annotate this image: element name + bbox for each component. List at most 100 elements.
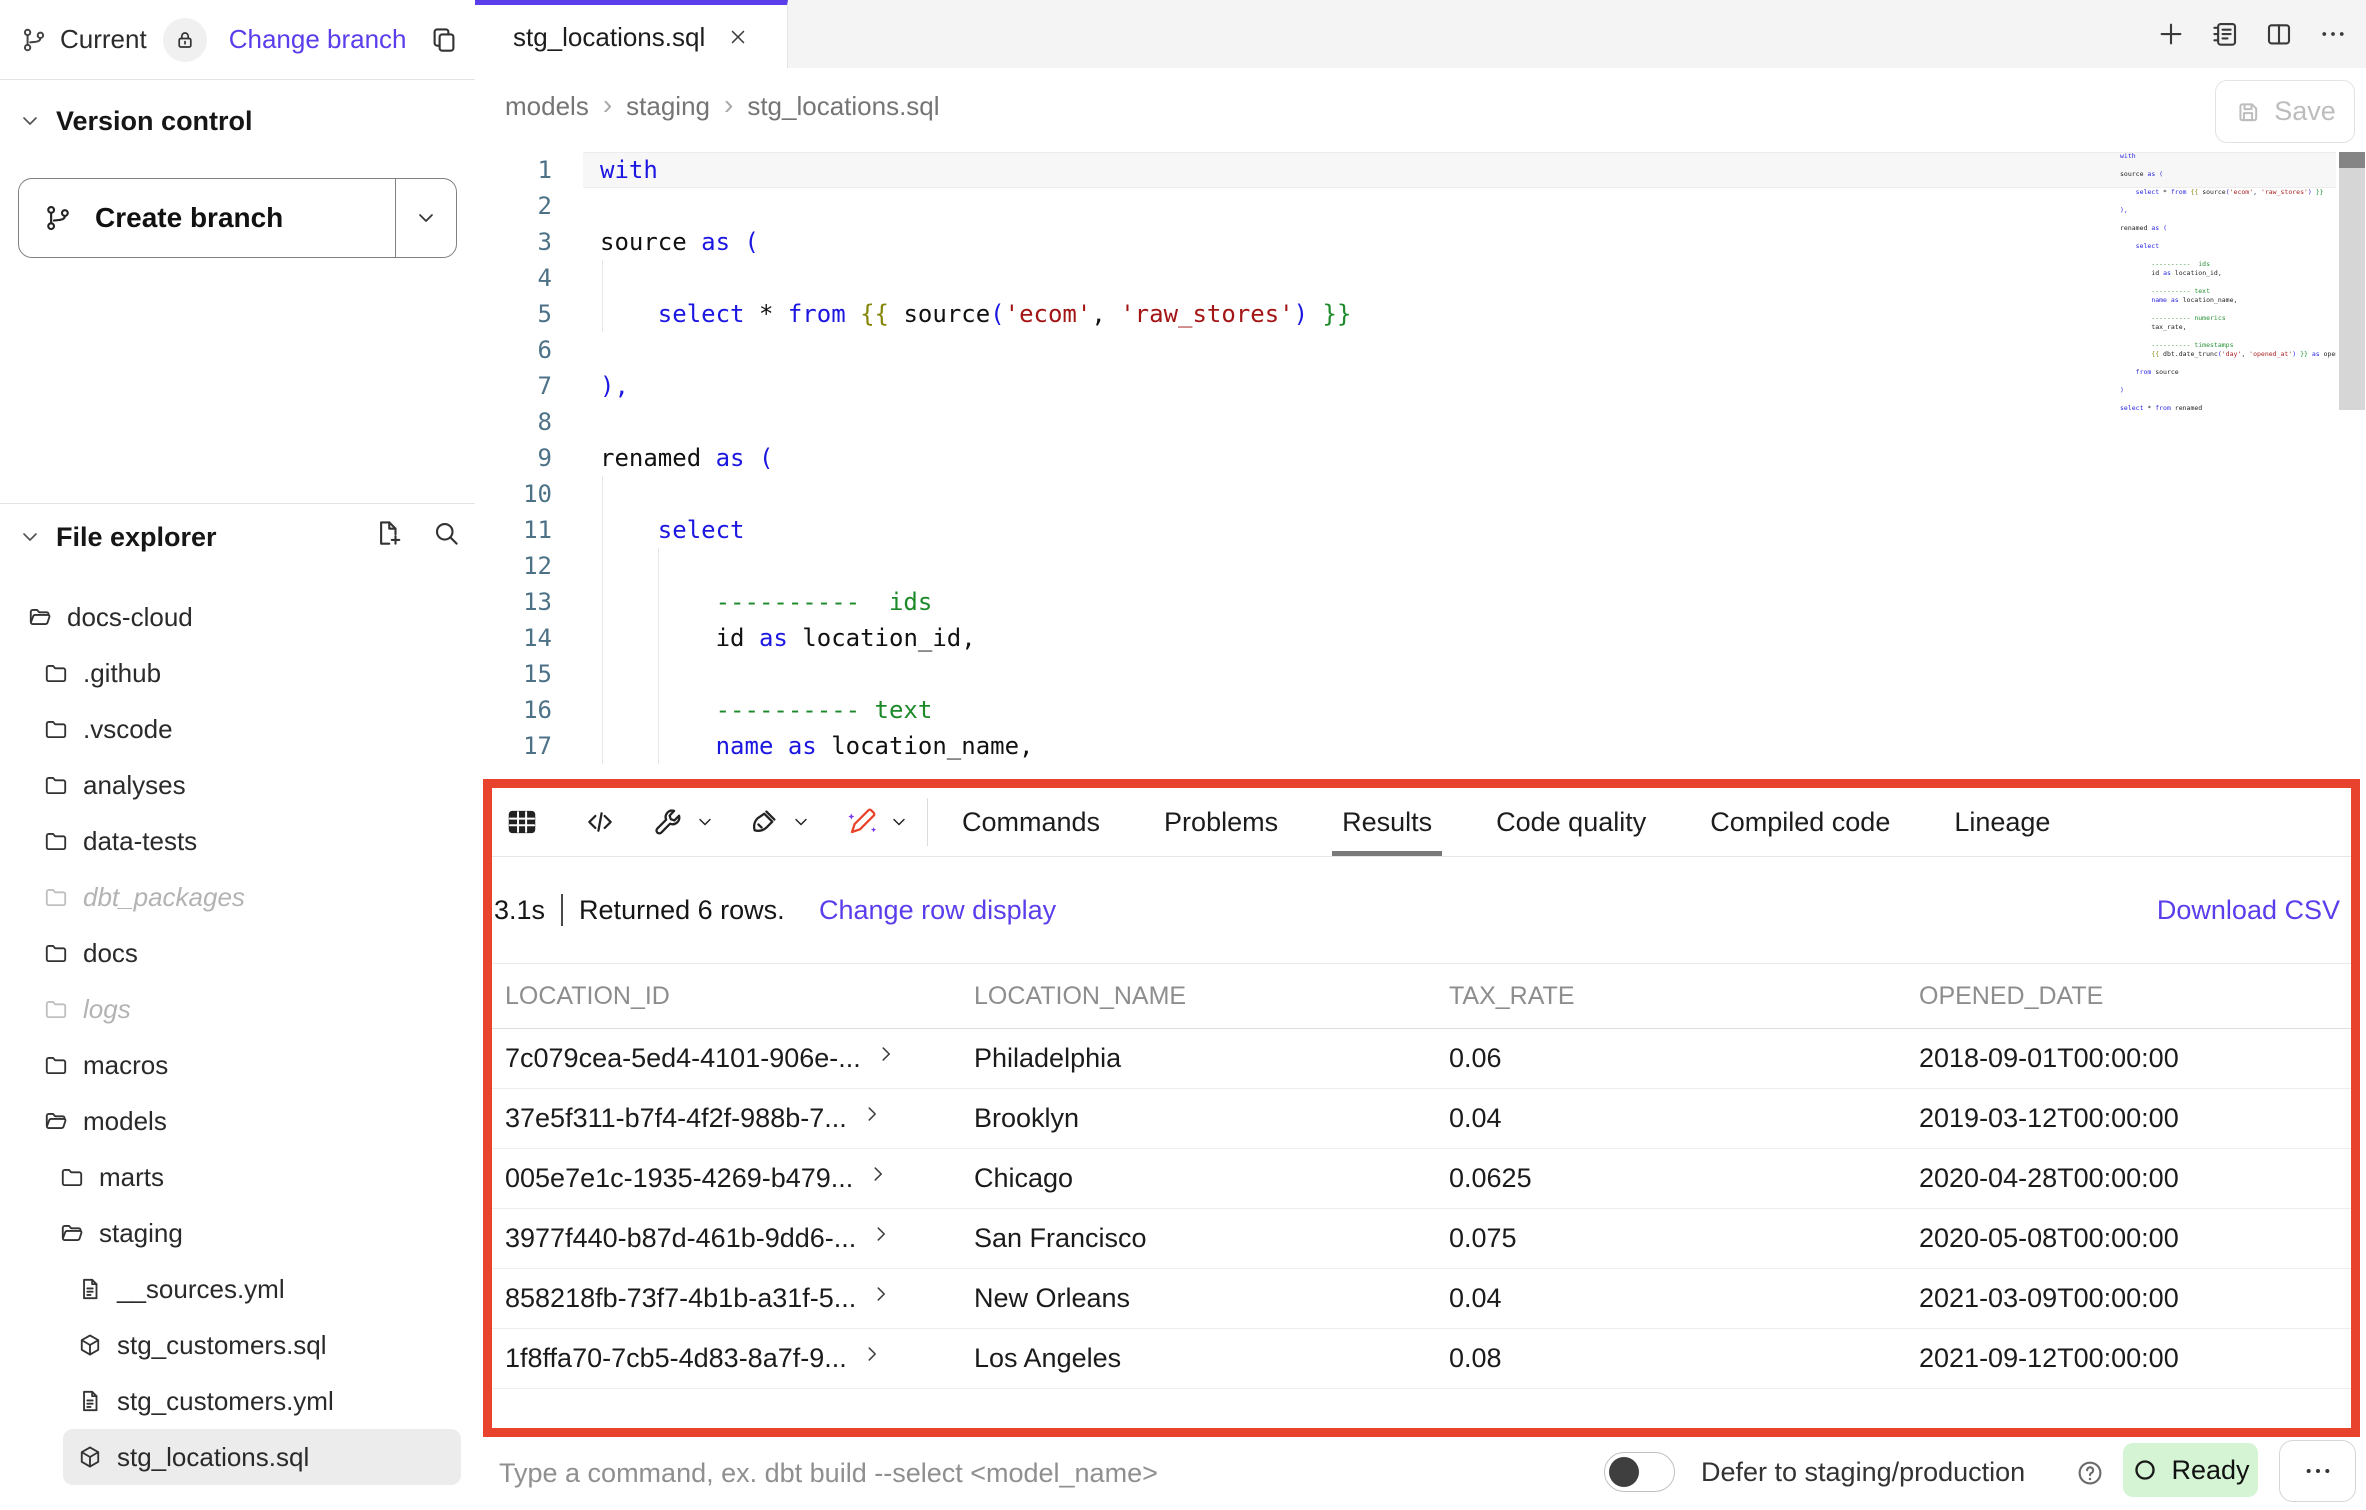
help-icon[interactable]	[2075, 1458, 2105, 1488]
tree-item-logs[interactable]: logs	[0, 981, 475, 1037]
save-button[interactable]: Save	[2215, 80, 2355, 143]
column-header: LOCATION_ID	[505, 982, 974, 1011]
tree-item-dbt-packages[interactable]: dbt_packages	[0, 869, 475, 925]
cell-location-name: New Orleans	[974, 1283, 1449, 1314]
results-table-header: LOCATION_IDLOCATION_NAMETAX_RATEOPENED_D…	[492, 963, 2351, 1029]
expand-chevron-icon[interactable]	[861, 1343, 883, 1365]
change-row-display-link[interactable]: Change row display	[819, 857, 1056, 963]
chevron-down-icon[interactable]	[791, 812, 811, 832]
change-branch-link[interactable]: Change branch	[229, 24, 407, 55]
minimap-line	[2120, 233, 2336, 242]
build-wrench-icon[interactable]	[652, 806, 684, 838]
expand-chevron-icon[interactable]	[875, 1043, 897, 1065]
tree-item-analyses[interactable]: analyses	[0, 757, 475, 813]
indent-guide	[602, 476, 603, 764]
expand-chevron-icon[interactable]	[867, 1163, 889, 1185]
code-preview-icon[interactable]	[584, 806, 616, 838]
tab-stg-locations[interactable]: stg_locations.sql	[475, 0, 788, 69]
copy-icon[interactable]	[429, 25, 459, 55]
file-explorer-header[interactable]: File explorer	[18, 512, 217, 562]
minimap-line	[2120, 359, 2336, 368]
table-row[interactable]: 3977f440-b87d-461b-9dd6-...San Francisco…	[492, 1209, 2351, 1269]
minimap-line: with	[2120, 152, 2336, 161]
tree-item-models[interactable]: models	[0, 1093, 475, 1149]
expand-chevron-icon[interactable]	[870, 1283, 892, 1305]
tree-item--github[interactable]: .github	[0, 645, 475, 701]
tree-item--vscode[interactable]: .vscode	[0, 701, 475, 757]
tree-item-data-tests[interactable]: data-tests	[0, 813, 475, 869]
status-badge: Ready	[2123, 1443, 2258, 1497]
changelog-icon[interactable]	[2210, 19, 2240, 49]
new-tab-icon[interactable]	[2156, 19, 2186, 49]
panel-tab-problems[interactable]: Problems	[1164, 788, 1278, 856]
table-row[interactable]: 37e5f311-b7f4-4f2f-988b-7...Brooklyn0.04…	[492, 1089, 2351, 1149]
results-table-icon[interactable]	[505, 805, 539, 839]
tree-item-label: staging	[99, 1218, 183, 1249]
tree-item-marts[interactable]: marts	[0, 1149, 475, 1205]
command-input[interactable]	[497, 1437, 1501, 1510]
breadcrumb-separator: ›	[724, 89, 733, 121]
cell-tax-rate: 0.06	[1449, 1043, 1919, 1074]
more-actions-button[interactable]	[2279, 1440, 2356, 1502]
create-branch-button[interactable]: Create branch	[18, 178, 457, 258]
scrollbar-thumb[interactable]	[2339, 152, 2365, 168]
file-tree: docs-cloud.github.vscodeanalysesdata-tes…	[0, 589, 475, 1485]
tree-item-stg-locations-sql[interactable]: stg_locations.sql	[63, 1429, 461, 1485]
tree-item-docs-cloud[interactable]: docs-cloud	[0, 589, 475, 645]
download-csv-link[interactable]: Download CSV	[2157, 857, 2340, 963]
panel-tab-lineage[interactable]: Lineage	[1954, 788, 2050, 856]
panel-tab-code-quality[interactable]: Code quality	[1496, 788, 1646, 856]
panel-tab-commands[interactable]: Commands	[962, 788, 1100, 856]
create-branch-dropdown[interactable]	[395, 179, 456, 257]
split-editor-icon[interactable]	[2264, 19, 2294, 49]
tree-item-staging[interactable]: staging	[0, 1205, 475, 1261]
new-file-icon[interactable]	[373, 518, 403, 548]
minimap-line	[2120, 305, 2336, 314]
tree-item-macros[interactable]: macros	[0, 1037, 475, 1093]
toolbar-divider	[927, 798, 928, 846]
defer-toggle[interactable]	[1604, 1452, 1675, 1492]
breadcrumb-item: models	[505, 91, 589, 122]
tree-item-stg-customers-sql[interactable]: stg_customers.sql	[0, 1317, 475, 1373]
expand-chevron-icon[interactable]	[861, 1103, 883, 1125]
tree-item-label: macros	[83, 1050, 168, 1081]
tree-item-docs[interactable]: docs	[0, 925, 475, 981]
main-area: stg_locations.sql models›staging›stg_loc…	[475, 0, 2366, 1508]
minimap-line	[2120, 377, 2336, 386]
more-options-icon[interactable]	[2318, 19, 2348, 49]
create-branch-label: Create branch	[95, 202, 283, 234]
folder-open-icon	[43, 1108, 69, 1134]
panel-tab-results[interactable]: Results	[1342, 788, 1432, 856]
tab-title: stg_locations.sql	[513, 22, 705, 53]
code-line: 16 ---------- text	[475, 692, 2366, 728]
breadcrumb-separator: ›	[603, 89, 612, 121]
folder-icon	[43, 884, 69, 910]
file-icon	[77, 1276, 103, 1302]
panel-tab-compiled-code[interactable]: Compiled code	[1710, 788, 1890, 856]
expand-chevron-icon[interactable]	[870, 1223, 892, 1245]
cell-location-id: 3977f440-b87d-461b-9dd6-...	[505, 1223, 856, 1254]
ai-edit-icon[interactable]	[846, 806, 878, 838]
code-line: 7),	[475, 368, 2366, 404]
format-broom-icon[interactable]	[748, 806, 780, 838]
minimap[interactable]: withsource as ( select * from {{ source(…	[2120, 152, 2336, 413]
table-row[interactable]: 1f8ffa70-7cb5-4d83-8a7f-9...Los Angeles0…	[492, 1329, 2351, 1389]
branch-topbar: Current Change branch	[0, 0, 475, 80]
code-line: 14 id as location_id,	[475, 620, 2366, 656]
close-icon[interactable]	[727, 26, 749, 48]
chevron-down-icon[interactable]	[889, 812, 909, 832]
minimap-line: ---------- numerics	[2120, 314, 2336, 323]
table-row[interactable]: 858218fb-73f7-4b1b-a31f-5...New Orleans0…	[492, 1269, 2351, 1329]
tree-item--sources-yml[interactable]: __sources.yml	[0, 1261, 475, 1317]
table-row[interactable]: 005e7e1c-1935-4269-b479...Chicago0.06252…	[492, 1149, 2351, 1209]
tree-item-stg-customers-yml[interactable]: stg_customers.yml	[0, 1373, 475, 1429]
cell-opened-date: 2021-03-09T00:00:00	[1919, 1283, 2351, 1314]
table-row[interactable]: 7c079cea-5ed4-4101-906e-...Philadelphia0…	[492, 1029, 2351, 1089]
version-control-header[interactable]: Version control	[18, 96, 253, 146]
cell-tax-rate: 0.04	[1449, 1283, 1919, 1314]
chevron-down-icon[interactable]	[695, 812, 715, 832]
search-icon[interactable]	[431, 518, 461, 548]
tree-item-label: marts	[99, 1162, 164, 1193]
editor-scrollbar[interactable]	[2339, 152, 2365, 410]
tree-item-label: stg_customers.yml	[117, 1386, 334, 1417]
